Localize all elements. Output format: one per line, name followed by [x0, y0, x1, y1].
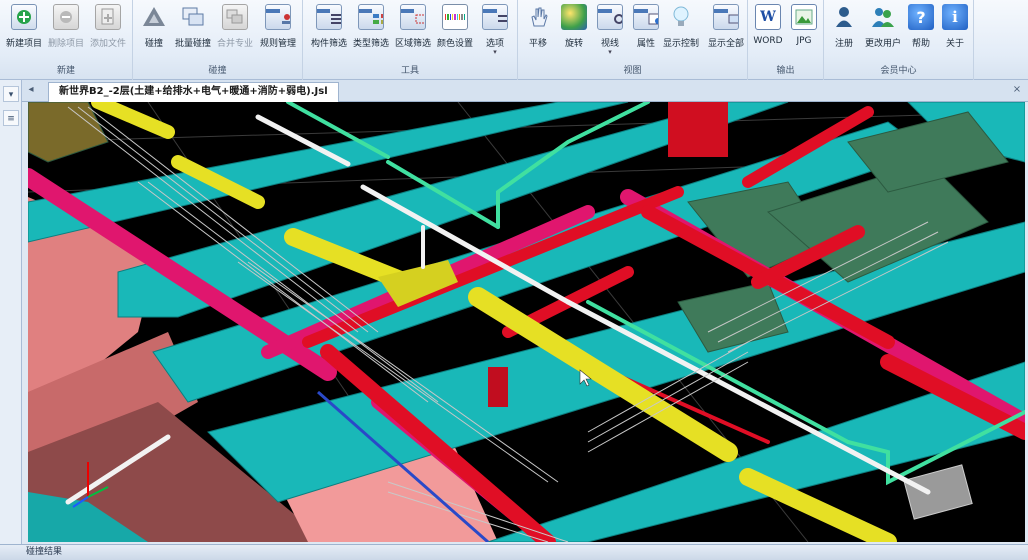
delete-project-button[interactable]: 删除项目: [46, 4, 86, 56]
user-icon: [831, 4, 857, 30]
component-filter-icon: [316, 4, 342, 30]
group-member-center-label: 会员中心: [880, 66, 917, 76]
collide-button[interactable]: 碰撞: [137, 4, 171, 56]
rotate-icon: [561, 4, 587, 30]
color-settings-button[interactable]: 颜色设置: [435, 4, 475, 56]
group-tools: 构件筛选 类型筛选 区域筛选 颜色设置 选项 ▾ 工具: [303, 0, 518, 80]
image-icon: [791, 4, 817, 30]
component-filter-button[interactable]: 构件筛选: [309, 4, 349, 56]
document-tab[interactable]: 新世界B2_-2层(土建+给排水+电气+暖通+消防+弱电).Jsl: [48, 82, 339, 102]
show-all-label: 显示全部: [707, 39, 744, 49]
collision-results-label[interactable]: 碰撞结果: [26, 547, 62, 557]
ribbon-empty-area: [974, 0, 1028, 80]
new-project-label: 新建项目: [5, 39, 42, 49]
line-of-sight-button[interactable]: 视线 ▾: [592, 4, 628, 56]
collide-label: 碰撞: [144, 39, 163, 49]
bim-collision-app: 新建项目 删除项目 添加文件 新建 碰撞 批量碰撞 合并专业 规则管理 碰撞 构…: [0, 0, 1028, 560]
panel-toggle-icon[interactable]: ▾: [3, 86, 19, 102]
area-filter-icon: [400, 4, 426, 30]
delete-icon: [53, 4, 79, 30]
pan-button[interactable]: 平移: [520, 4, 556, 56]
type-filter-button[interactable]: 类型筛选: [351, 4, 391, 56]
bim-scene: [28, 102, 1025, 542]
group-new: 新建项目 删除项目 添加文件 新建: [0, 0, 133, 80]
red-column: [488, 367, 508, 407]
new-project-button[interactable]: 新建项目: [4, 4, 44, 56]
delete-project-label: 删除项目: [47, 39, 84, 49]
properties-label: 属性: [636, 39, 655, 49]
word-export-button[interactable]: W WORD: [750, 4, 786, 56]
add-file-button[interactable]: 添加文件: [88, 4, 128, 56]
options-icon: [482, 4, 508, 30]
info-icon: i: [942, 4, 968, 30]
batch-collide-button[interactable]: 批量碰撞: [173, 4, 213, 56]
red-column: [668, 102, 728, 157]
left-panel-strip: ▾ ≡: [0, 80, 22, 544]
show-all-icon: [713, 4, 739, 30]
tab-close-icon[interactable]: ×: [1010, 83, 1024, 97]
properties-icon: [633, 4, 659, 30]
group-new-label: 新建: [56, 66, 75, 76]
batch-collide-label: 批量碰撞: [174, 39, 211, 49]
document-tab-bar: ◂ 新世界B2_-2层(土建+给排水+电气+暖通+消防+弱电).Jsl ×: [0, 80, 1028, 102]
color-palette-icon: [442, 4, 468, 30]
register-label: 注册: [834, 39, 853, 49]
help-button[interactable]: ? 帮助: [904, 4, 938, 56]
group-view: 平移 旋转 视线 ▾ 属性 显示控制 显示全部 视图: [518, 0, 748, 80]
register-button[interactable]: 注册: [826, 4, 862, 56]
tab-scroll-left-icon[interactable]: ◂: [24, 83, 38, 97]
color-settings-label: 颜色设置: [436, 39, 473, 49]
change-user-button[interactable]: 更改用户: [862, 4, 904, 56]
pan-label: 平移: [528, 39, 547, 49]
triangle-icon: [141, 4, 167, 30]
options-button[interactable]: 选项 ▾: [477, 4, 513, 56]
lightbulb-icon: [668, 4, 694, 30]
group-member-center: 注册 更改用户 ? 帮助 i 关于 会员中心: [824, 0, 974, 80]
show-all-button[interactable]: 显示全部: [704, 4, 748, 56]
word-icon: W: [755, 4, 781, 30]
jpg-export-label: JPG: [796, 36, 812, 46]
ribbon-toolbar: 新建项目 删除项目 添加文件 新建 碰撞 批量碰撞 合并专业 规则管理 碰撞 构…: [0, 0, 1028, 80]
rotate-label: 旋转: [564, 39, 583, 49]
batch-icon: [180, 4, 206, 30]
group-output: W WORD JPG 输出: [748, 0, 824, 80]
rule-manage-icon: [265, 4, 291, 30]
group-collision-label: 碰撞: [208, 66, 227, 76]
help-label: 帮助: [911, 39, 930, 49]
group-collision: 碰撞 批量碰撞 合并专业 规则管理 碰撞: [133, 0, 303, 80]
type-filter-icon: [358, 4, 384, 30]
panel-pin-icon[interactable]: ≡: [3, 110, 19, 126]
add-file-label: 添加文件: [89, 39, 126, 49]
status-bar: 碰撞结果: [0, 544, 1028, 560]
group-output-label: 输出: [776, 66, 795, 76]
question-icon: ?: [908, 4, 934, 30]
chevron-down-icon: ▾: [493, 48, 497, 56]
add-file-icon: [95, 4, 121, 30]
merge-icon: [222, 4, 248, 30]
group-tools-label: 工具: [400, 66, 419, 76]
change-user-label: 更改用户: [864, 39, 901, 49]
word-export-label: WORD: [753, 36, 783, 46]
users-icon: [870, 4, 896, 30]
merge-discipline-label: 合并专业: [216, 39, 253, 49]
group-view-label: 视图: [623, 66, 642, 76]
area-filter-button[interactable]: 区域筛选: [393, 4, 433, 56]
display-control-label: 显示控制: [662, 39, 699, 49]
view-icon: [597, 4, 623, 30]
component-filter-label: 构件筛选: [310, 39, 347, 49]
area-filter-label: 区域筛选: [394, 39, 431, 49]
type-filter-label: 类型筛选: [352, 39, 389, 49]
rule-manage-button[interactable]: 规则管理: [257, 4, 299, 56]
about-button[interactable]: i 关于: [938, 4, 972, 56]
chevron-down-icon: ▾: [608, 48, 612, 56]
about-label: 关于: [945, 39, 964, 49]
display-control-button[interactable]: 显示控制: [658, 4, 704, 56]
merge-discipline-button[interactable]: 合并专业: [215, 4, 255, 56]
rule-manage-label: 规则管理: [259, 39, 296, 49]
hand-icon: [525, 4, 551, 30]
plus-icon: [11, 4, 37, 30]
3d-model-viewport[interactable]: [28, 102, 1025, 542]
rotate-button[interactable]: 旋转: [556, 4, 592, 56]
jpg-export-button[interactable]: JPG: [786, 4, 822, 56]
